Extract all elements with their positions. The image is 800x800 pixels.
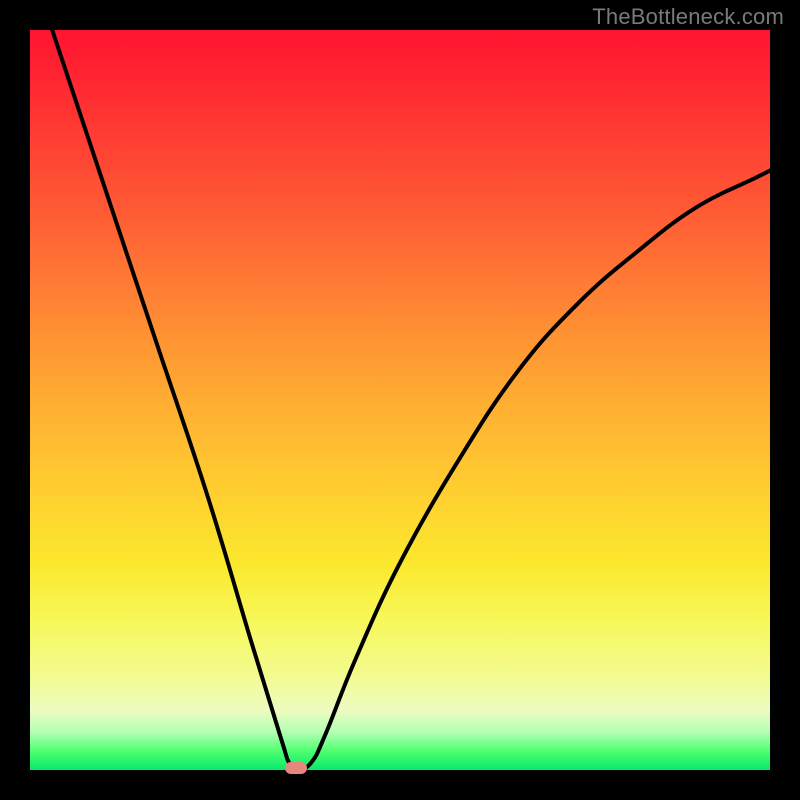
watermark-text: TheBottleneck.com bbox=[592, 4, 784, 30]
curve-path bbox=[52, 30, 770, 770]
bottleneck-curve bbox=[30, 30, 770, 770]
chart-frame: TheBottleneck.com bbox=[0, 0, 800, 800]
plot-area bbox=[30, 30, 770, 770]
minimum-marker bbox=[285, 762, 307, 774]
